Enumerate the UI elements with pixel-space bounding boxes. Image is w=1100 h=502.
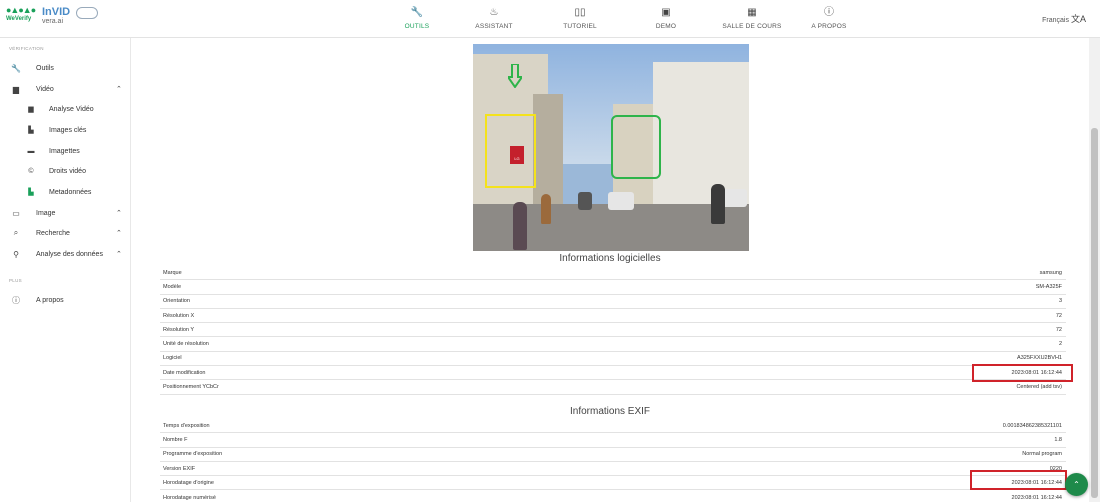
- tab-demo[interactable]: ▣ DEMO: [623, 6, 709, 30]
- tab-outils[interactable]: 🔧 OUTILS: [383, 6, 451, 30]
- annotation-box-green: [611, 115, 661, 179]
- data-analysis-icon: ⚲: [13, 249, 19, 259]
- info-icon: ⓘ: [824, 7, 834, 18]
- search-icon: ⌕: [13, 228, 19, 237]
- section-title-software: Informations logicielles: [559, 253, 661, 264]
- table-row: Logiciel A325FXXU2BVH1: [160, 352, 1066, 367]
- tab-tutoriel[interactable]: ▯▯ TUTORIEL: [537, 6, 623, 30]
- chevron-up-icon: ⌃: [116, 210, 122, 217]
- table-row: Modèle SM-A325F: [160, 280, 1066, 295]
- sidebar-item-images-cles[interactable]: ▙ Images clés: [0, 120, 131, 140]
- language-selector[interactable]: Français 文A: [1042, 12, 1086, 25]
- annotation-box-yellow: [485, 114, 536, 188]
- video-analysis-icon: ▆: [28, 106, 34, 113]
- table-row: Résolution Y 72: [160, 323, 1066, 338]
- table-row: Horodatage numérisé 2023:08:01 16:12:44: [163, 494, 1062, 501]
- sidebar-item-outils[interactable]: 🔧 Outils: [0, 58, 131, 78]
- rings-icon: [76, 7, 99, 19]
- classroom-icon: ▦: [747, 7, 757, 18]
- software-info-table: Marque samsung Modèle SM-A325F Orientation…: [160, 266, 1066, 395]
- scroll-to-top-button[interactable]: ⌃: [1065, 473, 1088, 496]
- main-nav: 🔧 OUTILS ♨ ASSISTANT ▯▯ TUTORIEL ▣ DEMO …: [383, 6, 863, 30]
- sidebar-item-video[interactable]: ▆ Vidéo ⌃: [0, 79, 131, 99]
- scrollbar[interactable]: [1089, 38, 1100, 502]
- translate-icon: 文A: [1070, 14, 1086, 24]
- sidebar-item-recherche[interactable]: ⌕ Recherche ⌃: [0, 223, 131, 243]
- sidebar-item-a-propos[interactable]: ⓘ A propos: [0, 290, 131, 310]
- table-row: Programme d'exposition Normal program: [160, 448, 1066, 462]
- image-icon: ▭: [12, 208, 20, 218]
- table-row: Positionnement YCbCr Centered (add tsv): [160, 380, 1066, 395]
- info-icon: ⓘ: [12, 295, 20, 305]
- scrollbar-thumb[interactable]: [1091, 128, 1098, 498]
- top-app-bar: ●▲●▲● WeVerify InVID vera.ai 🔧 OUTILS ♨ …: [0, 0, 1100, 38]
- chevron-up-icon: ⌃: [116, 251, 122, 258]
- invid-logo: InVID vera.ai: [42, 6, 71, 26]
- weverify-logo: ●▲●▲● WeVerify: [6, 5, 36, 23]
- demo-icon: ▣: [661, 7, 671, 18]
- tab-a-propos[interactable]: ⓘ A PROPOS: [795, 6, 863, 30]
- sidebar-item-imagettes[interactable]: ▬ Imagettes: [0, 141, 131, 161]
- sidebar-item-analyse-video[interactable]: ▆ Analyse Vidéo: [0, 99, 131, 119]
- tab-assistant[interactable]: ♨ ASSISTANT: [451, 6, 537, 30]
- book-icon: ▯▯: [574, 7, 586, 18]
- highlight-box-horodatage-origine: [970, 470, 1067, 490]
- table-row: Nombre F 1.8: [160, 433, 1066, 448]
- exif-info-table: Temps d'exposition 0.001834862385321101 N…: [160, 419, 1066, 502]
- logo[interactable]: ●▲●▲● WeVerify InVID vera.ai: [6, 5, 99, 28]
- wrench-icon: 🔧: [410, 7, 424, 18]
- file-icon: ▙: [28, 189, 34, 196]
- sidebar-item-analyse-donnees[interactable]: ⚲ Analyse des données ⌃: [0, 244, 131, 264]
- highlight-box-date-modification: [972, 364, 1073, 382]
- sidebar: VÉRIFICATION 🔧 Outils ▆ Vidéo ⌃ ▆ Analys…: [0, 38, 131, 502]
- section-title-exif: Informations EXIF: [569, 406, 651, 417]
- table-row: Marque samsung: [160, 266, 1066, 281]
- chevron-up-icon: ⌃: [116, 86, 122, 93]
- table-row: Orientation 3: [160, 295, 1066, 309]
- table-row: Temps d'exposition 0.001834862385321101: [160, 419, 1066, 434]
- chevron-up-icon: ⌃: [1073, 480, 1080, 489]
- tab-salle-de-cours[interactable]: ▦ SALLE DE COURS: [709, 6, 795, 30]
- table-row: Résolution X 72: [160, 309, 1066, 324]
- sidebar-item-droits-video[interactable]: © Droits vidéo: [0, 161, 131, 181]
- sidebar-section-verification: VÉRIFICATION: [9, 46, 44, 51]
- chevron-up-icon: ⌃: [116, 230, 122, 237]
- thumbnails-icon: ▬: [27, 147, 35, 155]
- video-icon: ▆: [12, 84, 20, 94]
- annotation-arrow-green: [508, 64, 522, 88]
- table-row: Unité de résolution 2: [160, 337, 1066, 352]
- assistant-icon: ♨: [489, 7, 499, 18]
- keyframes-icon: ▙: [28, 127, 34, 134]
- table-row: Date modification 2023:08:01 16:12:44: [160, 366, 1066, 381]
- sidebar-item-image[interactable]: ▭ Image ⌃: [0, 203, 131, 223]
- sidebar-section-plus: PLUS: [9, 278, 22, 283]
- copyright-icon: ©: [28, 167, 34, 175]
- table-row: Version EXIF 0220: [160, 462, 1066, 477]
- sidebar-item-metadonnees[interactable]: ▙ Metadonnées: [0, 182, 131, 202]
- table-row: Horodatage d'origine 2023:08:01 16:12:44: [160, 476, 1066, 491]
- wrench-icon: 🔧: [11, 63, 21, 73]
